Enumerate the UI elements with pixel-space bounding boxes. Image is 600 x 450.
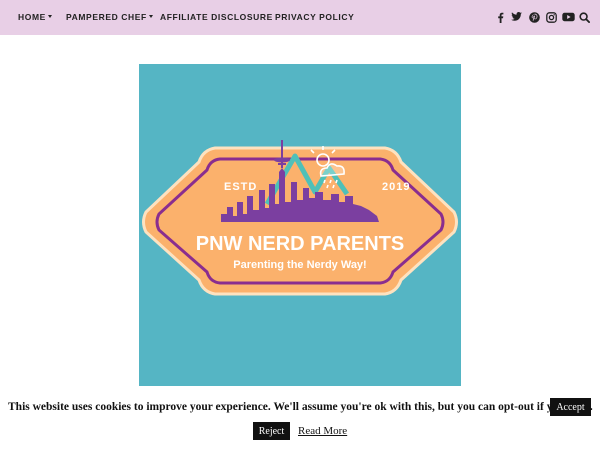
cookie-consent-bar: This website uses cookies to improve you… (0, 386, 600, 450)
nav-item-label: AFFILIATE DISCLOSURE (160, 12, 273, 22)
instagram-icon[interactable] (544, 10, 558, 24)
chevron-down-icon (47, 15, 52, 19)
chevron-down-icon (148, 15, 153, 19)
search-icon[interactable] (577, 10, 591, 24)
facebook-icon[interactable] (493, 10, 507, 24)
nav-item-affiliate-disclosure[interactable]: AFFILIATE DISCLOSURE (160, 12, 273, 22)
nav-item-label: PAMPERED CHEF (66, 12, 147, 22)
nav-item-label: PRIVACY POLICY (275, 12, 355, 22)
logo-title: PNW NERD PARENTS (196, 233, 405, 255)
nav-item-pampered-chef[interactable]: PAMPERED CHEF (66, 12, 153, 22)
pnw-nerd-parents-logo: ESTD 2019 PNW NERD PARENTS Parenting the… (142, 140, 458, 296)
top-navigation-bar: HOME PAMPERED CHEF AFFILIATE DISCLOSURE … (0, 0, 600, 35)
featured-logo-image: ESTD 2019 PNW NERD PARENTS Parenting the… (139, 64, 461, 386)
twitter-icon[interactable] (509, 10, 523, 24)
nav-item-home[interactable]: HOME (18, 12, 52, 22)
nav-item-label: HOME (18, 12, 46, 22)
reject-button[interactable]: Reject (253, 422, 290, 440)
accept-button[interactable]: Accept (550, 398, 591, 416)
read-more-link[interactable]: Read More (298, 425, 347, 437)
logo-tagline: Parenting the Nerdy Way! (233, 259, 366, 271)
logo-year: 2019 (382, 181, 410, 193)
cookie-message: This website uses cookies to improve you… (8, 401, 593, 413)
youtube-icon[interactable] (561, 10, 575, 24)
pinterest-icon[interactable] (527, 10, 541, 24)
logo-estd-label: ESTD (224, 181, 257, 193)
nav-item-privacy-policy[interactable]: PRIVACY POLICY (275, 12, 354, 22)
